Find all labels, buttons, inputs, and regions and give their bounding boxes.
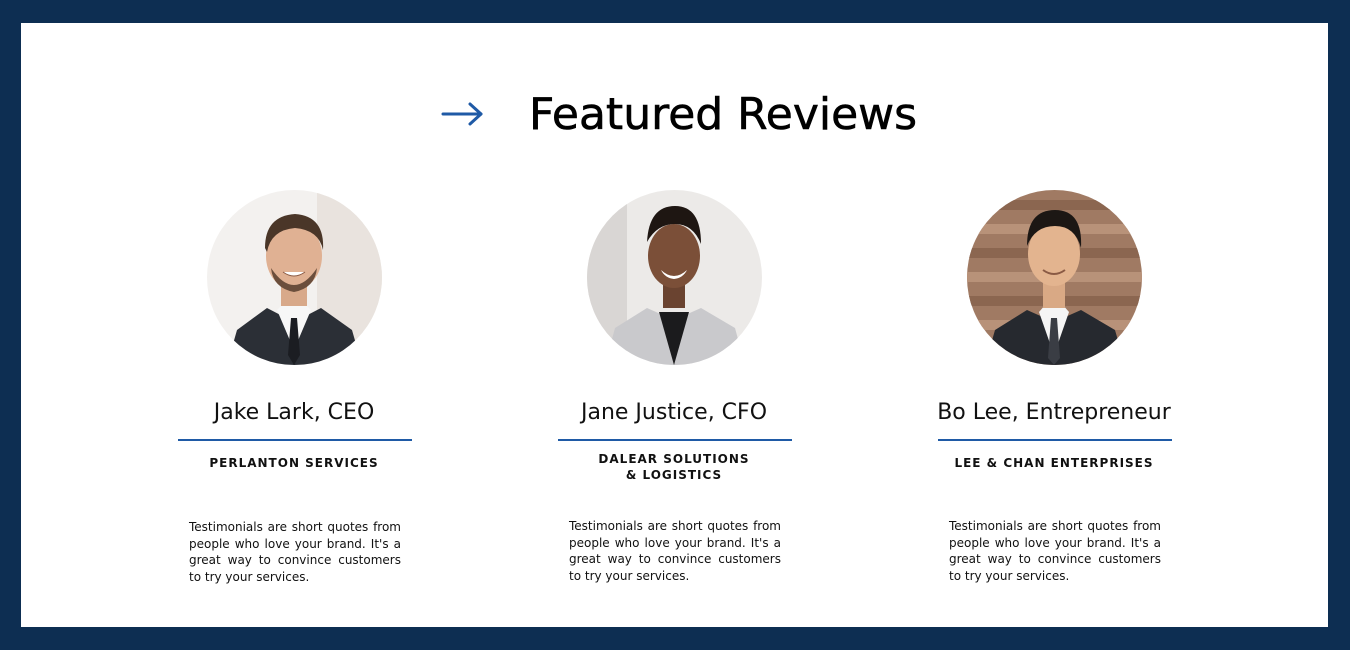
avatar-photo (967, 190, 1142, 365)
avatar (587, 190, 762, 365)
review-card-bo-lee: Bo Lee, Entrepreneur LEE & CHAN ENTERPRI… (929, 189, 1179, 589)
reviewer-company: LEE & CHAN ENTERPRISES (954, 456, 1154, 470)
reviewer-name: Bo Lee, Entrepreneur (937, 400, 1171, 425)
avatar (967, 190, 1142, 365)
reviewer-company: DALEAR SOLUTIONS & LOGISTICS (598, 452, 750, 482)
avatar (207, 190, 382, 365)
section-heading: Featured Reviews (21, 85, 1328, 145)
review-card-jane-justice: Jane Justice, CFO DALEAR SOLUTIONS & LOG… (549, 189, 799, 589)
reviewer-company: PERLANTON SERVICES (209, 456, 379, 470)
review-quote: Testimonials are short quotes from peopl… (949, 519, 1161, 583)
divider (558, 439, 792, 441)
divider (938, 439, 1172, 441)
review-quote: Testimonials are short quotes from peopl… (569, 519, 781, 583)
reviews-panel: Featured Reviews Jake Lark, CEO PERLANTO… (21, 23, 1328, 627)
reviewer-name: Jake Lark, CEO (213, 400, 375, 425)
review-card-jake-lark: Jake Lark, CEO PERLANTON SERVICES Testim… (169, 189, 419, 589)
divider (178, 439, 412, 441)
review-quote: Testimonials are short quotes from peopl… (189, 520, 401, 584)
avatar-photo (207, 190, 382, 365)
reviewer-name: Jane Justice, CFO (580, 400, 768, 425)
avatar-photo (587, 190, 762, 365)
arrow-right-icon (441, 102, 483, 126)
page-title: Featured Reviews (529, 89, 918, 141)
